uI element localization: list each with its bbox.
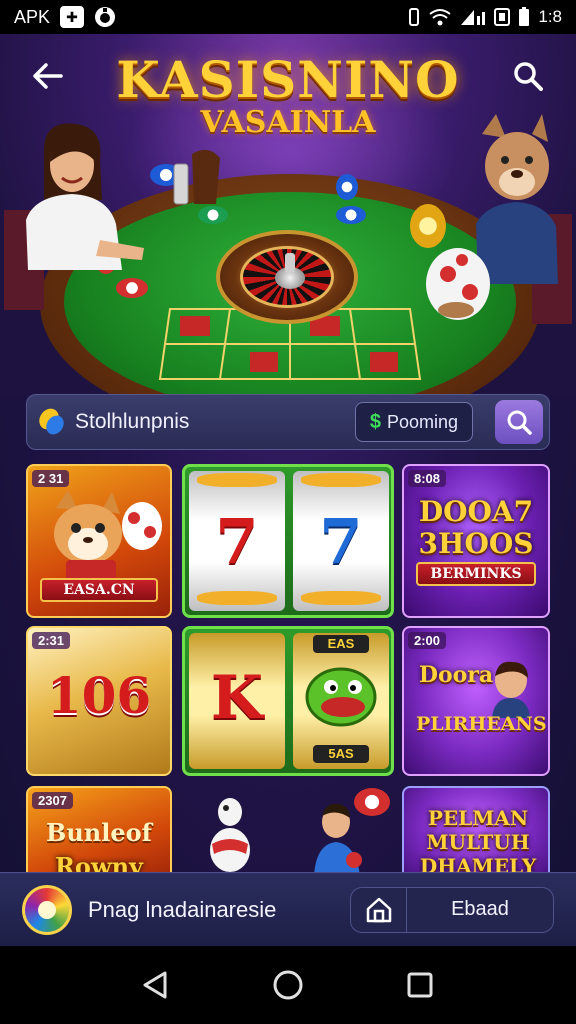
- slot-reel: EAS 5AS: [293, 633, 389, 769]
- roulette-wheel-icon: [22, 884, 72, 935]
- back-button[interactable]: [28, 56, 68, 96]
- game-title: 106: [46, 666, 152, 725]
- filter-search-button[interactable]: [495, 400, 543, 444]
- game-tile[interactable]: 2 31 EASA.CN: [26, 464, 172, 618]
- game-timer: 2307: [32, 792, 73, 809]
- nav-back-icon: [143, 971, 167, 999]
- poker-chip: [336, 174, 358, 200]
- promo-chip-label: Pooming: [386, 411, 458, 432]
- game-subtitle-banner: BERMINKS: [416, 562, 536, 586]
- game-title-banner: EASA.CN: [40, 578, 158, 602]
- logo-title: KASISNINO: [116, 50, 460, 109]
- hero-banner: KASISNINO VASAINLA: [0, 34, 576, 394]
- nav-back-button[interactable]: [136, 965, 176, 1005]
- poker-chip: [354, 788, 390, 816]
- dog-mascot-icon: [54, 490, 162, 582]
- bowling-pin-icon: [210, 798, 250, 872]
- reel-symbol-king: K: [210, 663, 264, 733]
- bottom-action-button[interactable]: Ebaad: [407, 898, 553, 921]
- dealer-woman-character: [4, 123, 144, 310]
- reel-symbol-seven: 7: [215, 505, 259, 578]
- search-icon: [507, 410, 532, 435]
- game-tile[interactable]: 2307 Bunleof Rowny: [26, 786, 172, 886]
- game-timer: 2:00: [408, 632, 447, 649]
- reel-symbol-bottom: [301, 591, 381, 605]
- arrow-left-icon: [33, 63, 63, 89]
- game-title: DOOA7 3HOOS: [418, 495, 534, 560]
- slot-reel: K: [189, 633, 285, 769]
- app-screen: KASISNINO VASAINLA Stolhlunpnis $ Poomin…: [0, 34, 576, 946]
- status-bar: APK ✚ 1:8: [0, 0, 576, 34]
- dollar-icon: $: [369, 410, 381, 433]
- wifi-icon: [428, 8, 452, 26]
- reel-label-bottom: 5AS: [313, 745, 369, 763]
- game-tile[interactable]: 8:08 DOOA7 3HOOS BERMINKS: [402, 464, 550, 618]
- game-title: Bunleof: [46, 818, 152, 847]
- home-icon: [366, 897, 391, 922]
- filter-category-label: Stolhlunpnis: [75, 410, 190, 433]
- bell-icon: [94, 6, 116, 28]
- game-controller-icon: ✚: [60, 6, 85, 28]
- wheel-pockets: [240, 246, 334, 308]
- game-timer: 2 31: [32, 470, 70, 487]
- reel-symbol-top: [301, 473, 381, 487]
- game-tile[interactable]: PELMAN MULTUH DHAMELY: [402, 786, 550, 886]
- category-icon: [39, 408, 64, 435]
- game-tile[interactable]: 2:00 Doora PLIRHEANS: [402, 626, 550, 776]
- boy-character-icon: [492, 661, 530, 718]
- nav-recents-button[interactable]: [400, 965, 440, 1005]
- nav-home-button[interactable]: [268, 965, 308, 1005]
- reel-symbol-bottom: [197, 591, 277, 605]
- wolf-character: [426, 114, 572, 324]
- logo-subtitle: VASAINLA: [200, 105, 376, 140]
- system-nav-bar: [0, 946, 576, 1024]
- filter-bar: Stolhlunpnis $ Pooming: [26, 394, 550, 450]
- game-timer: 8:08: [408, 470, 447, 487]
- home-button[interactable]: [351, 887, 407, 932]
- slot-reel: 7: [189, 471, 285, 611]
- nav-recents-icon: [407, 972, 433, 998]
- bottom-bar-text: Pnag lnadainaresie: [88, 896, 277, 922]
- data-icon: [494, 8, 511, 26]
- status-left: APK ✚: [14, 6, 116, 28]
- clock: 1:8: [538, 7, 562, 26]
- status-right: 1:8: [408, 7, 562, 27]
- drink-glass: [173, 149, 220, 205]
- search-icon: [514, 62, 543, 91]
- game-timer: 2:31: [32, 632, 71, 649]
- nav-home-icon: [273, 970, 303, 1000]
- vibrate-icon: [408, 8, 420, 26]
- reel-symbol-seven: 7: [319, 505, 363, 578]
- roulette-wheel: [216, 230, 358, 324]
- game-subtitle: PLIRHEANS: [416, 713, 547, 735]
- app-label: APK: [14, 6, 51, 27]
- filter-category[interactable]: Stolhlunpnis: [37, 407, 189, 437]
- bottom-button-group: Ebaad: [350, 886, 554, 933]
- slot-reels-tile[interactable]: 7 7: [182, 464, 394, 618]
- slot-reels-tile[interactable]: K EAS 5AS: [182, 626, 394, 776]
- game-title: PELMAN MULTUH DHAMELY: [419, 806, 537, 878]
- snake-symbol-icon: [305, 667, 377, 727]
- bottom-action-bar: Pnag lnadainaresie Ebaad: [0, 872, 576, 946]
- promo-chip-button[interactable]: $ Pooming: [354, 402, 473, 442]
- logo: KASISNINO VASAINLA: [0, 50, 576, 140]
- signal-icon: [460, 8, 486, 26]
- header-search-button[interactable]: [508, 56, 548, 96]
- game-tile[interactable]: 2:31 106: [26, 626, 172, 776]
- battery-icon: [518, 7, 530, 27]
- poker-chip: [336, 206, 366, 224]
- slot-reel: 7: [293, 471, 389, 611]
- reel-label-top: EAS: [313, 635, 369, 653]
- reel-symbol-top: [197, 473, 277, 487]
- wheel-spindle: [285, 253, 295, 273]
